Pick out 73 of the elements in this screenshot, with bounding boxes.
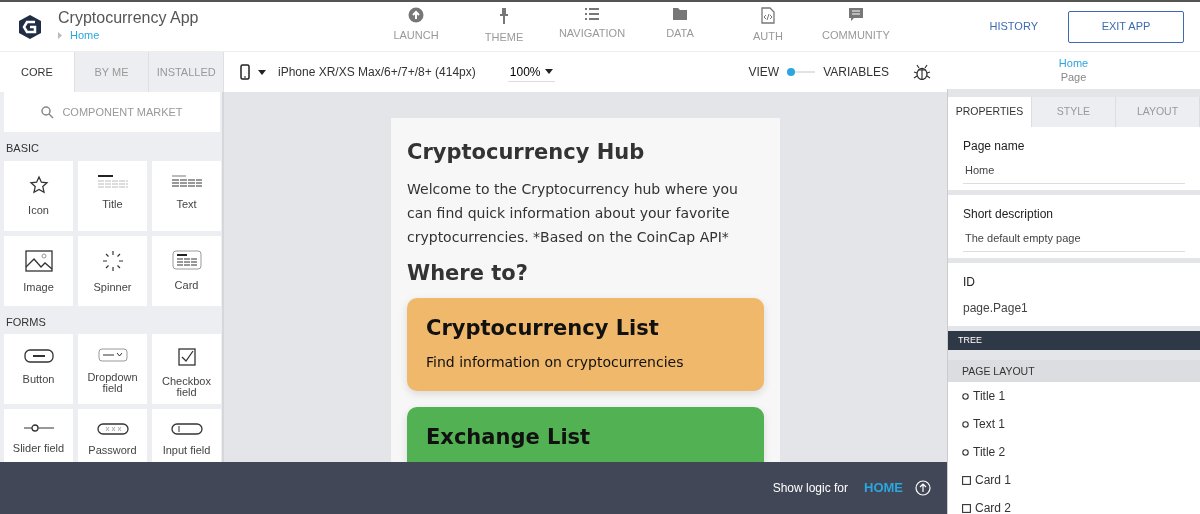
caret-icon[interactable] bbox=[258, 69, 266, 75]
history-button[interactable]: HISTORY bbox=[983, 17, 1044, 36]
component-tile[interactable]: Spinner bbox=[78, 235, 147, 306]
pin-icon bbox=[499, 7, 509, 26]
code-file-icon bbox=[761, 7, 775, 25]
preview-card[interactable]: Exchange List bbox=[407, 406, 764, 462]
section-heading: FORMS bbox=[5, 314, 47, 330]
square-icon bbox=[962, 475, 971, 485]
card-icon bbox=[171, 249, 202, 270]
property-tab[interactable]: PROPERTIES bbox=[948, 96, 1032, 127]
component-tile[interactable]: Checkbox field bbox=[152, 334, 221, 404]
component-tile[interactable]: Card bbox=[152, 235, 221, 306]
folder-icon bbox=[672, 7, 688, 22]
image-icon bbox=[24, 249, 53, 272]
card-title: Cryptocurrency List bbox=[426, 316, 660, 342]
title-lines-icon bbox=[97, 174, 128, 189]
text-lines-icon bbox=[171, 174, 202, 189]
checkbox-icon bbox=[177, 348, 196, 366]
input-icon bbox=[170, 423, 203, 435]
component-tile[interactable]: Password bbox=[78, 409, 147, 462]
dropdown-icon bbox=[97, 348, 128, 362]
component-tile[interactable]: Image bbox=[4, 235, 73, 306]
bug-icon[interactable] bbox=[913, 64, 931, 80]
page-type-label: Page bbox=[1060, 70, 1087, 85]
variables-label: VARIABLES bbox=[823, 64, 889, 81]
text-input[interactable]: The default empty page bbox=[965, 229, 1183, 247]
section-title: Where to? bbox=[407, 261, 529, 287]
page-name-label: Home bbox=[1058, 56, 1089, 71]
intro-text: Welcome to the Cryptocurrency hub where you can find quick information about your favorite cryptocurrencies. *Based on the CoinCap API* bbox=[407, 180, 739, 248]
list-icon bbox=[584, 7, 600, 22]
card-text: Find information on cryptocurrencies bbox=[426, 352, 685, 372]
chat-icon bbox=[848, 7, 864, 24]
component-tile[interactable]: Button bbox=[4, 334, 73, 404]
circle-icon bbox=[962, 420, 969, 428]
device-selector[interactable]: iPhone XR/XS Max/6+/7+/8+ (414px) bbox=[278, 63, 476, 81]
button-icon bbox=[23, 348, 54, 364]
field-label: Short description bbox=[963, 205, 1055, 223]
field-value: page.Page1 bbox=[963, 299, 1029, 317]
square-icon bbox=[962, 503, 971, 513]
component-tile[interactable]: Input field bbox=[152, 409, 221, 462]
logo-icon bbox=[18, 13, 42, 40]
tree-header: TREE bbox=[948, 330, 1200, 351]
spinner-icon bbox=[101, 249, 124, 272]
component-tile[interactable]: Icon bbox=[4, 160, 73, 231]
view-label: VIEW bbox=[748, 64, 780, 81]
field-label: ID bbox=[963, 273, 976, 291]
upload-icon bbox=[408, 7, 424, 24]
slider-icon bbox=[23, 423, 54, 433]
phone-icon[interactable] bbox=[240, 64, 250, 80]
exit-app-button[interactable]: EXIT APP bbox=[1068, 10, 1184, 43]
circle-icon bbox=[962, 448, 969, 456]
circle-icon bbox=[962, 392, 969, 400]
logic-label: Show logic for bbox=[772, 480, 848, 497]
page-title: Cryptocurrency Hub bbox=[407, 140, 646, 166]
component-tile[interactable]: Title bbox=[78, 160, 147, 231]
card-title: Exchange List bbox=[426, 424, 592, 450]
arrow-up-icon[interactable] bbox=[915, 480, 931, 496]
caret-icon bbox=[544, 69, 553, 74]
star-icon bbox=[28, 174, 49, 195]
password-icon bbox=[96, 423, 129, 435]
page-layout-header: PAGE LAYOUT bbox=[948, 360, 1200, 383]
caret-icon bbox=[58, 31, 62, 39]
app-title: Cryptocurrency App bbox=[58, 9, 199, 28]
section-heading: BASIC bbox=[5, 141, 40, 156]
view-toggle[interactable] bbox=[787, 68, 816, 76]
search-icon bbox=[41, 105, 55, 119]
component-tab[interactable]: CORE bbox=[0, 52, 75, 92]
preview-card[interactable]: Cryptocurrency List Find information on cryptocurrencies bbox=[407, 298, 764, 391]
component-tile[interactable]: Slider field bbox=[4, 409, 73, 462]
field-label: Page name bbox=[963, 137, 1026, 155]
text-input[interactable]: Home bbox=[965, 161, 1183, 179]
component-tile[interactable]: Dropdown field bbox=[78, 334, 147, 404]
component-tile[interactable]: Text bbox=[152, 160, 221, 231]
